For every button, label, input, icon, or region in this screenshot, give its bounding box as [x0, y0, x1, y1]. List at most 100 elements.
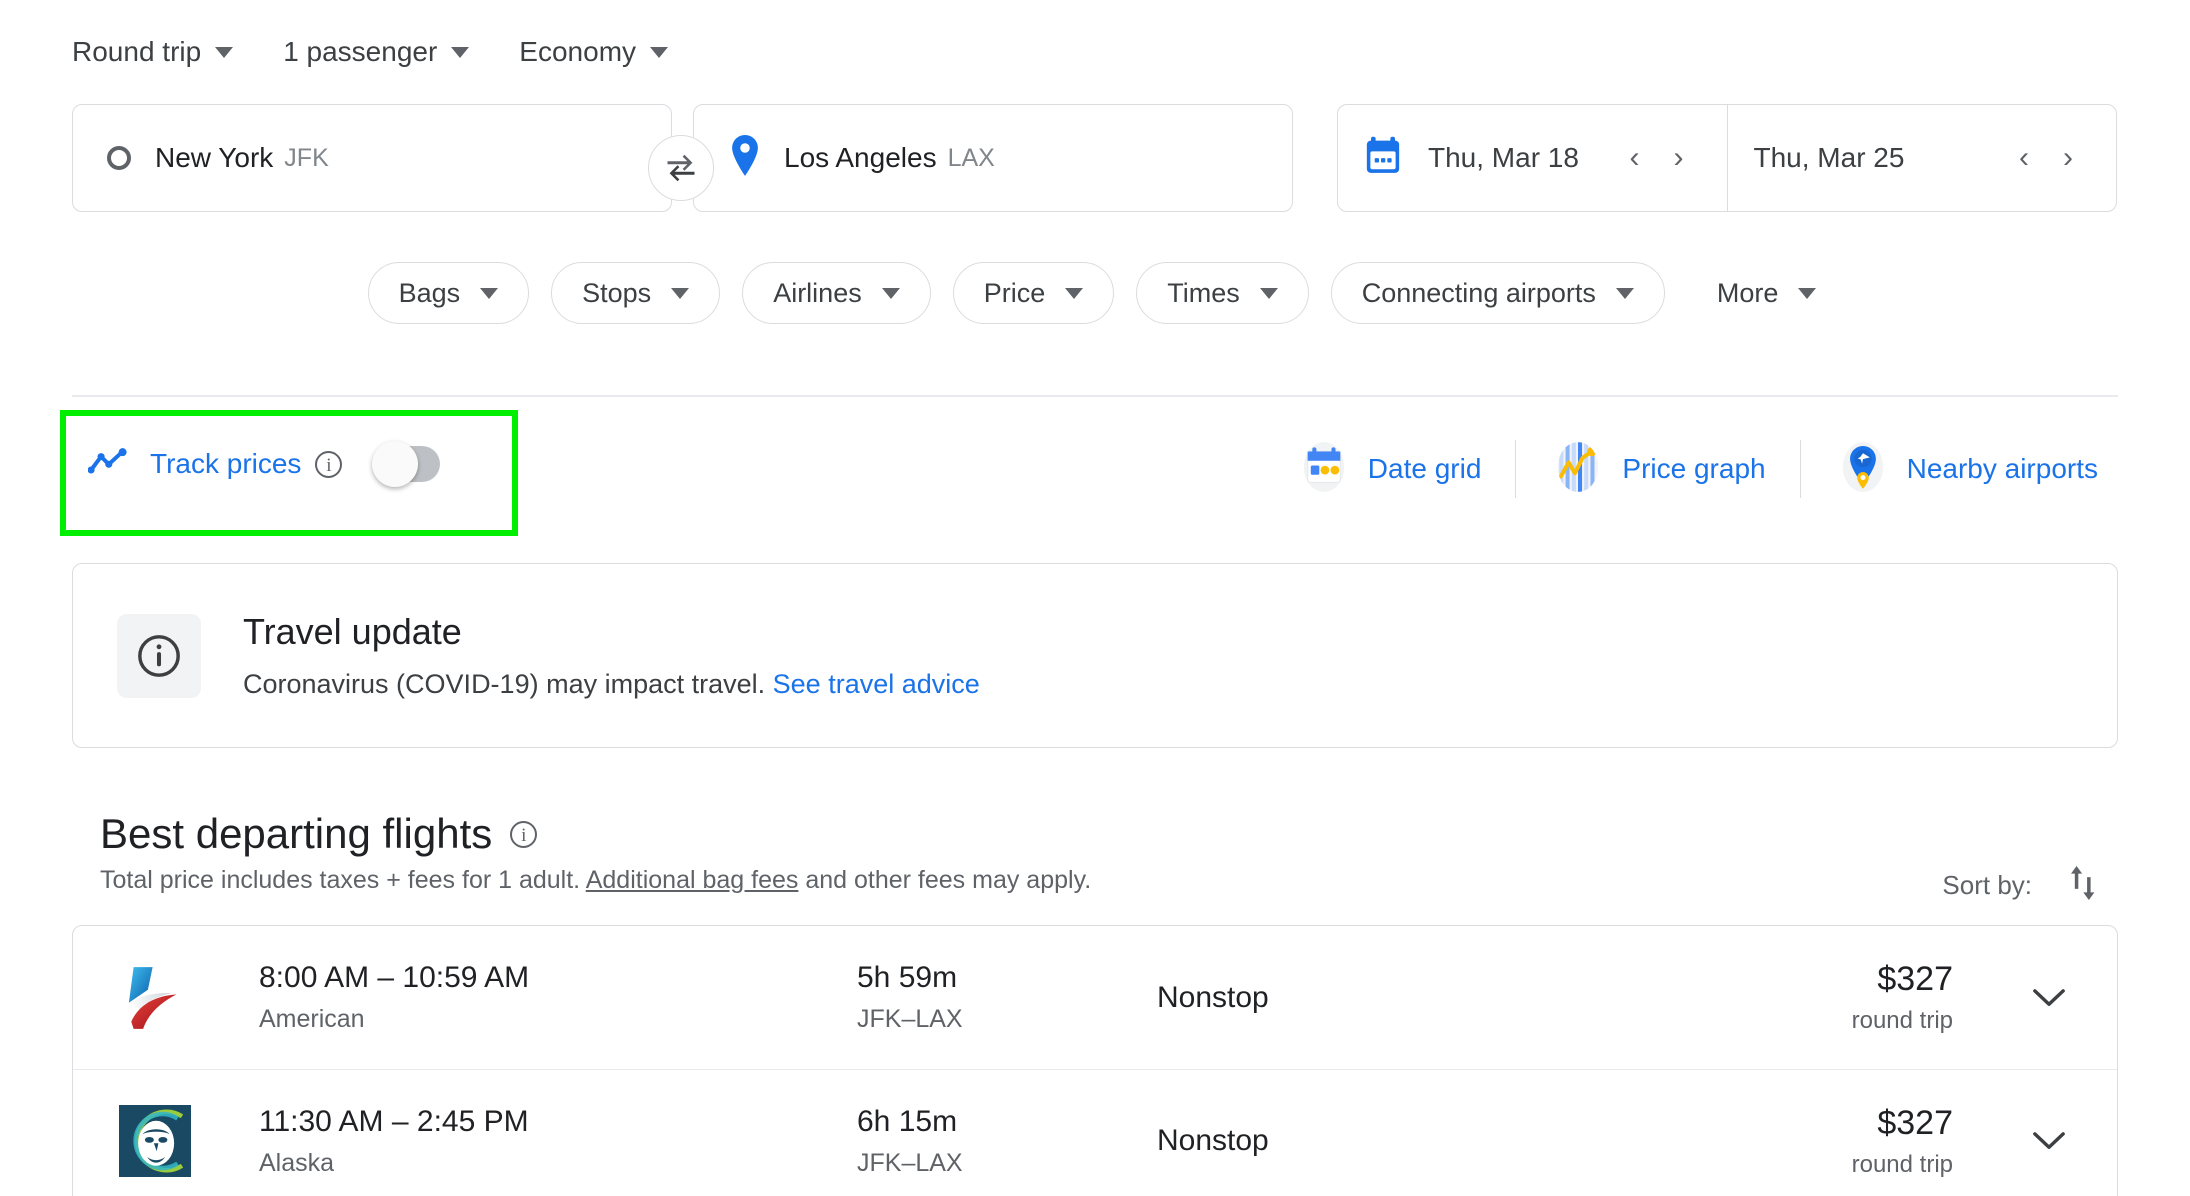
american-airlines-logo: [113, 960, 197, 1036]
info-icon[interactable]: i: [510, 820, 538, 848]
travel-update-message: Coronavirus (COVID-19) may impact travel…: [243, 668, 766, 699]
table-row[interactable]: 8:00 AM – 10:59 AM American 5h 59m JFK–L…: [73, 926, 2117, 1069]
travel-update-title: Travel update: [243, 611, 462, 653]
sort-arrows-icon[interactable]: [2066, 864, 2100, 907]
flight-times-cell: 11:30 AM – 2:45 PM Alaska: [197, 1105, 857, 1178]
flight-price: $327: [1877, 1103, 1953, 1142]
flight-times-cell: 8:00 AM – 10:59 AM American: [197, 961, 857, 1034]
flight-price: $327: [1877, 960, 1953, 998]
filter-stops-label: Stops: [582, 277, 652, 308]
nearby-airports-link[interactable]: Nearby airports: [1801, 432, 2132, 506]
filter-times[interactable]: Times: [1136, 262, 1309, 324]
departure-prev-day-button[interactable]: ‹: [1613, 136, 1657, 180]
cabin-class-selector[interactable]: Economy: [491, 28, 690, 76]
sort-by-control[interactable]: Sort by:: [1942, 864, 2100, 907]
date-grid-link[interactable]: Date grid: [1262, 432, 1516, 506]
passenger-label: 1 passenger: [283, 36, 438, 67]
subtitle-text-after: and other fees may apply.: [805, 866, 1092, 894]
tools-row: Track prices i Date grid Price graph Nea…: [0, 410, 2190, 536]
additional-bag-fees-link[interactable]: Additional bag fees: [586, 866, 799, 894]
date-grid-label: Date grid: [1367, 453, 1482, 484]
flight-route: JFK–LAX: [857, 1148, 963, 1177]
date-grid-icon: [1296, 439, 1352, 500]
flight-stops-cell: Nonstop: [1157, 1124, 1587, 1158]
filter-price[interactable]: Price: [952, 262, 1115, 324]
return-prev-day-button[interactable]: ‹: [2002, 136, 2046, 180]
chevron-down-icon: [1065, 287, 1084, 299]
return-date-section[interactable]: Thu, Mar 25 ‹ ›: [1726, 105, 2117, 211]
cabin-class-label: Economy: [519, 36, 637, 67]
sort-by-label: Sort by:: [1942, 870, 2032, 900]
chevron-down-icon: [215, 46, 234, 58]
flight-route: JFK–LAX: [857, 1005, 963, 1033]
table-row[interactable]: 11:30 AM – 2:45 PM Alaska 6h 15m JFK–LAX…: [73, 1069, 2117, 1196]
price-graph-link[interactable]: Price graph: [1516, 432, 1799, 506]
flight-stops: Nonstop: [1157, 1124, 1269, 1157]
flight-stops: Nonstop: [1157, 980, 1269, 1014]
tool-links: Date grid Price graph Nearby airports: [1262, 432, 2132, 506]
flight-duration: 5h 59m: [857, 961, 958, 994]
swap-horizontal-icon: [667, 154, 695, 182]
return-next-day-button[interactable]: ›: [2046, 136, 2090, 180]
best-departing-flights-subtitle: Total price includes taxes + fees for 1 …: [100, 866, 1091, 895]
return-date-value: Thu, Mar 25: [1753, 142, 1905, 173]
track-prices-control[interactable]: Track prices i: [87, 441, 441, 487]
swap-origin-destination-button[interactable]: [648, 135, 714, 201]
travel-update-text: Travel update Coronavirus (COVID-19) may…: [243, 611, 980, 699]
chevron-down-icon: [1259, 287, 1278, 299]
best-departing-flights-header: Best departing flights i: [100, 810, 538, 858]
flight-price-note: round trip: [1851, 1150, 1953, 1178]
origin-code: JFK: [284, 143, 329, 172]
destination-code: LAX: [947, 143, 995, 172]
nearby-airports-icon: [1835, 439, 1891, 500]
filter-more-label: More: [1716, 277, 1779, 308]
chevron-down-icon[interactable]: [2023, 1131, 2075, 1151]
calendar-icon: [1364, 136, 1402, 181]
info-icon[interactable]: i: [315, 450, 343, 478]
flight-results-list: 8:00 AM – 10:59 AM American 5h 59m JFK–L…: [72, 925, 2118, 1196]
flight-duration-cell: 6h 15m JFK–LAX: [857, 1105, 1157, 1178]
travel-update-body: Coronavirus (COVID-19) may impact travel…: [243, 669, 980, 700]
flight-price-note: round trip: [1851, 1007, 1953, 1034]
circle-outline-icon: [107, 146, 131, 170]
alaska-airlines-logo: [113, 1105, 197, 1177]
origin-input[interactable]: New York JFK: [72, 104, 672, 212]
departure-date-section[interactable]: Thu, Mar 18 ‹ ›: [1338, 105, 1727, 211]
filter-airlines[interactable]: Airlines: [742, 262, 931, 324]
passenger-selector[interactable]: 1 passenger: [255, 28, 491, 76]
trip-type-selector[interactable]: Round trip: [72, 28, 255, 76]
filter-stops[interactable]: Stops: [551, 262, 721, 324]
departure-next-day-button[interactable]: ›: [1657, 136, 1701, 180]
google-flights-results-page: Round trip 1 passenger Economy New York …: [0, 0, 2190, 1196]
see-travel-advice-link[interactable]: See travel advice: [773, 669, 980, 699]
flight-price-cell: $327 round trip: [1587, 1104, 2023, 1179]
filter-chips-bar: Bags Stops Airlines Price Times Connecti…: [0, 262, 2190, 324]
origin-city: New York: [155, 142, 274, 173]
chevron-down-icon: [1615, 287, 1634, 299]
trend-line-icon: [87, 447, 128, 481]
filter-price-label: Price: [983, 277, 1046, 308]
departure-date-value: Thu, Mar 18: [1428, 142, 1579, 173]
filter-more[interactable]: More: [1686, 262, 1823, 324]
page-title: Best departing flights: [100, 810, 493, 857]
flight-stops-cell: Nonstop: [1157, 981, 1587, 1015]
price-graph-icon: [1550, 439, 1606, 500]
track-prices-label: Track prices: [150, 448, 302, 479]
chevron-down-icon: [881, 287, 900, 299]
filter-connecting-airports[interactable]: Connecting airports: [1330, 262, 1665, 324]
flight-airline: American: [259, 1005, 365, 1033]
chevron-down-icon: [650, 46, 669, 58]
chevron-down-icon[interactable]: [2023, 988, 2075, 1008]
flight-duration: 6h 15m: [857, 1104, 958, 1138]
filter-bags-label: Bags: [398, 277, 461, 308]
destination-city: Los Angeles: [784, 142, 937, 173]
section-divider: [72, 395, 2118, 397]
filter-bags[interactable]: Bags: [367, 262, 530, 324]
info-outline-icon: [117, 613, 201, 698]
toggle-knob: [372, 441, 419, 487]
trip-options-bar: Round trip 1 passenger Economy: [72, 28, 690, 76]
nearby-airports-label: Nearby airports: [1906, 453, 2098, 484]
flight-airline: Alaska: [259, 1148, 335, 1177]
destination-input[interactable]: Los Angeles LAX: [693, 104, 1293, 212]
track-prices-toggle[interactable]: [372, 441, 441, 487]
